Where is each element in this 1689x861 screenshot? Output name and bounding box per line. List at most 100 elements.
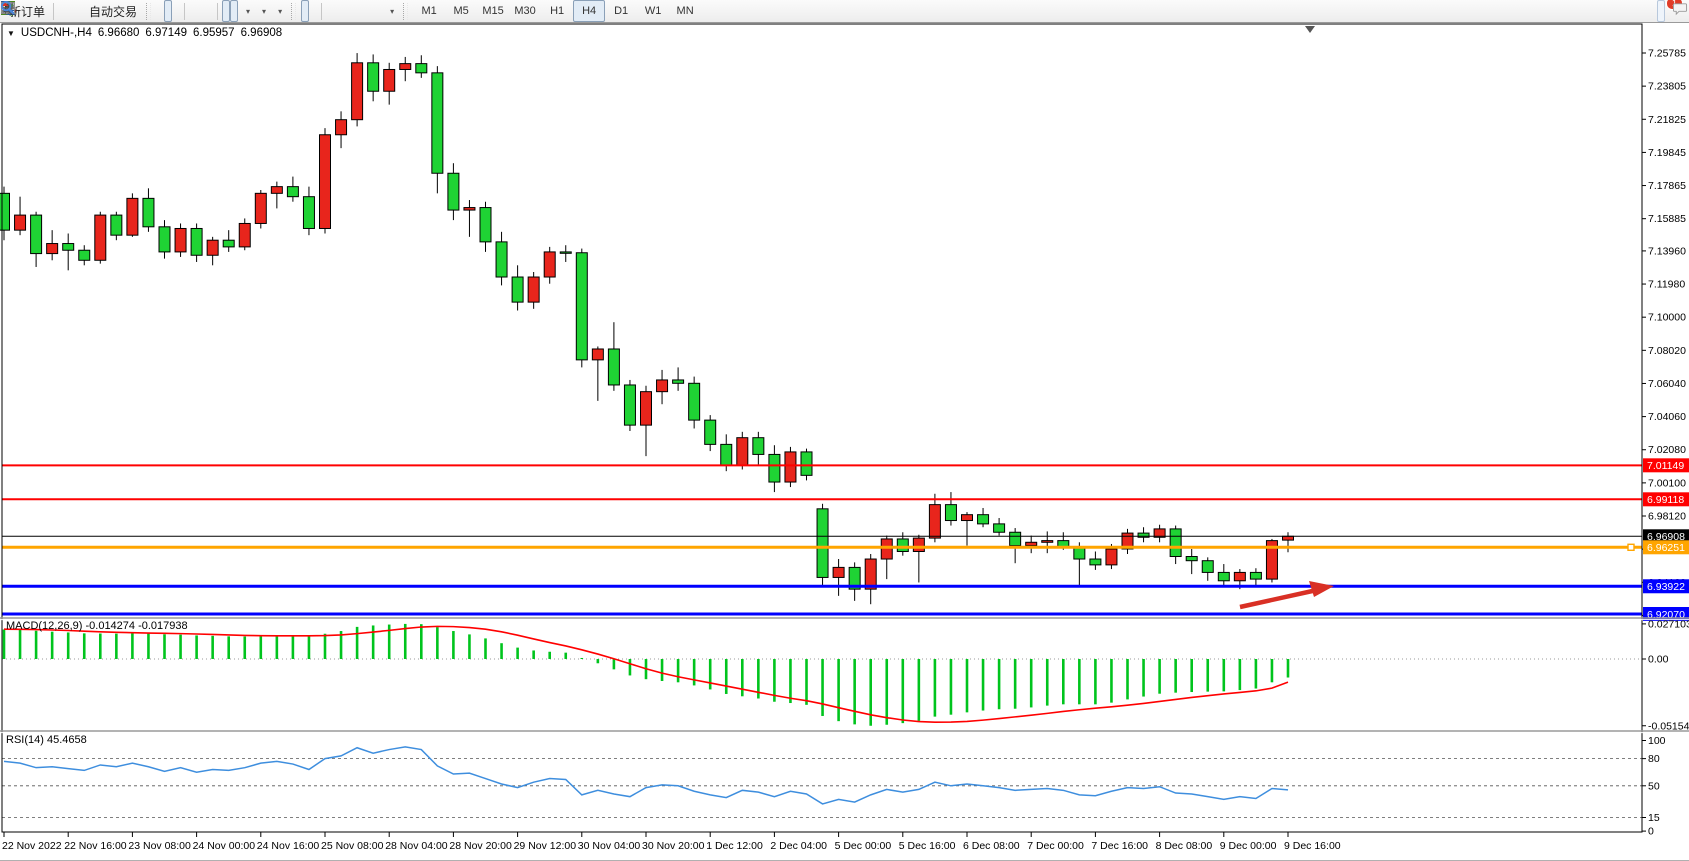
channel-button[interactable]: E [350,0,358,22]
horizontal-line-button[interactable] [334,0,342,22]
chart-shift-button[interactable] [230,0,238,22]
zoom-out-button[interactable] [197,0,205,22]
svg-text:7.06040: 7.06040 [1648,378,1686,390]
svg-text:30 Nov 20:00: 30 Nov 20:00 [642,840,705,852]
svg-text:23 Nov 08:00: 23 Nov 08:00 [128,840,191,852]
ohlc-low: 6.95957 [193,27,235,39]
svg-text:6.99118: 6.99118 [1647,494,1684,506]
trendline-button[interactable] [342,0,350,22]
signals-button[interactable] [74,0,82,22]
svg-text:7.15885: 7.15885 [1648,213,1686,225]
ohlc-close: 6.96908 [241,27,283,39]
mt4-window: 新订单自动交易▾▾▾EFAT▾M1M5M15M30H1H4D1W1MN 1 7.… [0,0,1689,861]
autotrading-button[interactable]: 自动交易 [82,0,141,22]
svg-text:24 Nov 16:00: 24 Nov 16:00 [257,840,320,852]
timeframe-button-m1[interactable]: M1 [413,0,445,22]
svg-text:6 Dec 08:00: 6 Dec 08:00 [963,840,1020,852]
macd-main-value: -0.014274 [85,620,135,632]
svg-text:7.11980: 7.11980 [1648,279,1685,291]
svg-text:7.00100: 7.00100 [1648,477,1686,489]
chevron-down-icon: ▾ [246,7,250,16]
svg-text:28 Nov 04:00: 28 Nov 04:00 [385,840,448,852]
community-button[interactable] [66,0,74,22]
timeframe-button-mn[interactable]: MN [669,0,701,22]
zoom-in-button[interactable] [189,0,197,22]
timeframe-button-h1[interactable]: H1 [541,0,573,22]
svg-text:30 Nov 04:00: 30 Nov 04:00 [578,840,641,852]
svg-text:29 Nov 12:00: 29 Nov 12:00 [514,840,577,852]
svg-text:6.96251: 6.96251 [1647,542,1685,554]
gold-button[interactable] [58,0,66,22]
svg-text:7.02080: 7.02080 [1648,444,1686,456]
svg-text:7.08020: 7.08020 [1648,345,1686,357]
svg-text:5 Dec 16:00: 5 Dec 16:00 [899,840,956,852]
chart-canvas[interactable]: 7.25785 7.23805 7.21825 7.19845 7.17865 7.158… [0,0,1689,860]
toolbar-grip [403,3,408,20]
svg-text:7.10000: 7.10000 [1648,312,1686,324]
toolbar-separator [53,3,54,20]
vertical-line-button[interactable] [326,0,334,22]
ohlc-high: 6.97149 [145,27,187,39]
svg-text:7 Dec 00:00: 7 Dec 00:00 [1027,840,1084,852]
chevron-down-icon: ▾ [278,7,282,16]
text-button[interactable]: A [366,0,374,22]
svg-text:8 Dec 08:00: 8 Dec 08:00 [1156,840,1213,852]
timeframe-button-d1[interactable]: D1 [605,0,637,22]
svg-text:0.027103: 0.027103 [1648,618,1689,630]
svg-text:22 Nov 2022: 22 Nov 2022 [2,840,62,852]
svg-text:7.25785: 7.25785 [1648,48,1686,60]
timeframe-button-m15[interactable]: M15 [477,0,509,22]
toolbar-right: 1 [1657,0,1687,22]
toolbar-grip [291,3,296,20]
crosshair-button[interactable] [309,0,317,22]
template-button[interactable]: ▾ [270,0,286,22]
toolbar-separator [184,3,185,20]
timeframe-button-m30[interactable]: M30 [509,0,541,22]
autotrading-button-label: 自动交易 [89,3,137,20]
candlestick-chart-button[interactable] [164,0,172,22]
toolbar-separator [217,3,218,20]
chevron-down-icon: ▾ [262,7,266,16]
ohlc-open: 6.96680 [98,27,140,39]
periodicity-button[interactable]: ▾ [254,0,270,22]
bar-chart-button[interactable] [156,0,164,22]
notifications-button[interactable]: 1 [1671,0,1679,22]
label-button[interactable]: T [374,0,382,22]
add-indicator-button[interactable]: ▾ [238,0,254,22]
svg-text:100: 100 [1648,735,1666,747]
svg-text:6.93922: 6.93922 [1647,581,1685,593]
timeframe-button-w1[interactable]: W1 [637,0,669,22]
svg-text:28 Nov 20:00: 28 Nov 20:00 [449,840,512,852]
collapse-triangle-icon[interactable]: ▼ [7,29,15,38]
svg-text:0.00: 0.00 [1648,654,1669,666]
tile-windows-button[interactable] [205,0,213,22]
toolbar: 新订单自动交易▾▾▾EFAT▾M1M5M15M30H1H4D1W1MN 1 [0,0,1689,23]
fibonacci-button[interactable]: F [358,0,366,22]
svg-text:24 Nov 00:00: 24 Nov 00:00 [193,840,256,852]
arrows-button[interactable]: ▾ [382,0,398,22]
svg-text:7.21825: 7.21825 [1648,114,1686,126]
symbol-title: USDCNH-,H4 [21,27,92,39]
svg-text:2 Dec 04:00: 2 Dec 04:00 [770,840,827,852]
svg-text:15: 15 [1648,812,1660,824]
line-chart-button[interactable] [172,0,180,22]
toolbar-buttons: 新订单自动交易▾▾▾EFAT▾M1M5M15M30H1H4D1W1MN [2,0,701,23]
svg-text:7.17865: 7.17865 [1648,180,1686,192]
auto-scroll-button[interactable] [222,0,230,22]
svg-text:7.23805: 7.23805 [1648,81,1686,93]
timeframe-button-m5[interactable]: M5 [445,0,477,22]
timeframe-button-h4[interactable]: H4 [573,0,605,22]
chevron-down-icon: ▾ [390,7,394,16]
chart-header: ▼ USDCNH-,H4 6.96680 6.97149 6.95957 6.9… [7,27,282,39]
toolbar-grip [146,3,151,20]
rsi-indicator-label: RSI(14) 45.4658 [6,734,87,746]
svg-text:0: 0 [1648,826,1654,838]
search-button[interactable] [1657,0,1665,22]
svg-text:7.19845: 7.19845 [1648,147,1686,159]
svg-text:7 Dec 16:00: 7 Dec 16:00 [1091,840,1148,852]
svg-text:9 Dec 00:00: 9 Dec 00:00 [1220,840,1277,852]
svg-text:1 Dec 12:00: 1 Dec 12:00 [706,840,763,852]
svg-text:9 Dec 16:00: 9 Dec 16:00 [1284,840,1341,852]
cursor-button[interactable] [301,0,309,22]
rsi-value: 45.4658 [47,734,87,746]
